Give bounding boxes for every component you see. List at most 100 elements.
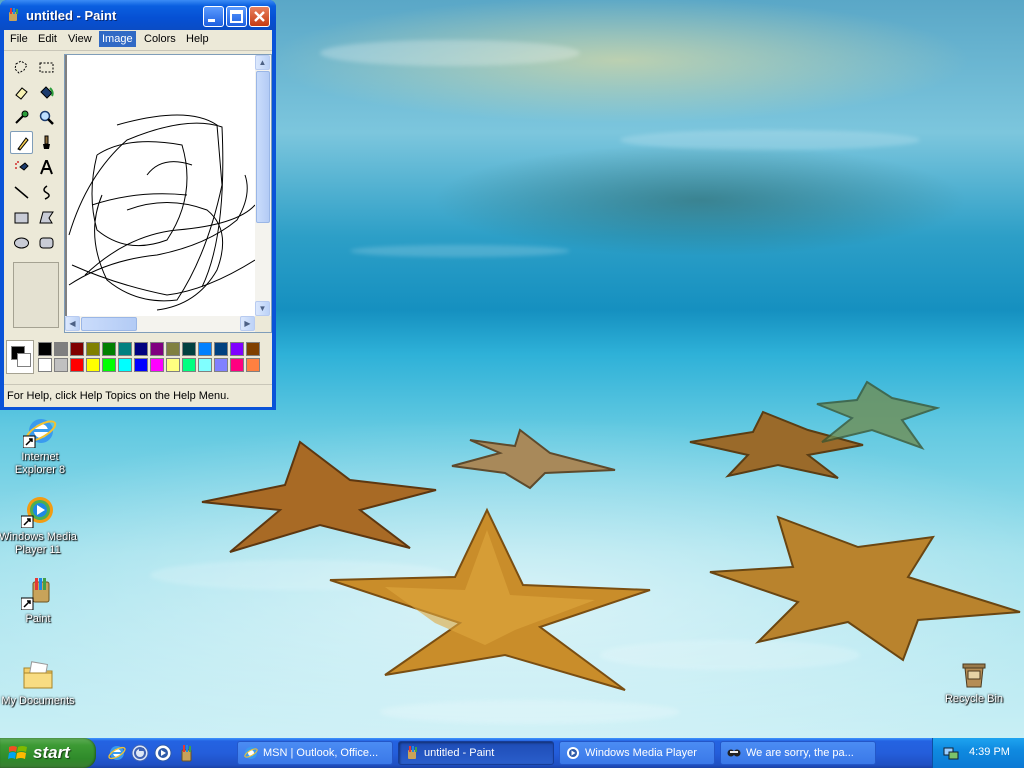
color-swatch[interactable] bbox=[134, 358, 148, 372]
line-tool[interactable] bbox=[10, 181, 33, 204]
taskbar-button-msn[interactable]: MSN | Outlook, Office... bbox=[237, 741, 393, 765]
internet-explorer-icon[interactable] bbox=[108, 744, 126, 762]
scroll-down-button[interactable]: ▼ bbox=[255, 301, 270, 316]
pencil-tool[interactable] bbox=[10, 131, 33, 154]
color-swatch[interactable] bbox=[214, 342, 228, 356]
color-swatch[interactable] bbox=[150, 358, 164, 372]
taskbar-button-label: Windows Media Player bbox=[585, 747, 697, 759]
messenger-icon[interactable] bbox=[131, 744, 149, 762]
horizontal-scrollbar[interactable]: ◀ ▶ bbox=[65, 316, 255, 332]
menu-help[interactable]: Help bbox=[183, 33, 212, 45]
tool-options-box[interactable] bbox=[13, 262, 59, 328]
taskbar-button-label: We are sorry, the pa... bbox=[746, 747, 854, 759]
scroll-left-button[interactable]: ◀ bbox=[65, 316, 80, 331]
system-tray: 4:39 PM bbox=[932, 738, 1024, 768]
color-swatch[interactable] bbox=[86, 342, 100, 356]
water-ripple bbox=[320, 40, 580, 66]
color-swatch[interactable] bbox=[134, 342, 148, 356]
rectangle-icon bbox=[14, 212, 29, 224]
desktop-icon-internet-explorer[interactable]: Internet Explorer 8 bbox=[0, 414, 80, 477]
menu-image[interactable]: Image bbox=[99, 31, 136, 47]
color-swatch[interactable] bbox=[54, 342, 68, 356]
window-client-area: File Edit View Image Colors Help ▲ ▼ ◀ ▶… bbox=[4, 30, 272, 407]
free-select-icon bbox=[14, 60, 28, 74]
start-button[interactable]: start bbox=[0, 738, 96, 768]
eraser-tool[interactable] bbox=[10, 81, 33, 104]
color-swatch[interactable] bbox=[70, 342, 84, 356]
color-swatch[interactable] bbox=[246, 342, 260, 356]
current-colors-box[interactable] bbox=[6, 340, 34, 374]
start-label: start bbox=[33, 743, 70, 762]
color-swatch[interactable] bbox=[166, 358, 180, 372]
vertical-scroll-thumb[interactable] bbox=[256, 71, 270, 223]
color-swatch[interactable] bbox=[118, 358, 132, 372]
water-ripple bbox=[350, 245, 570, 257]
scroll-up-button[interactable]: ▲ bbox=[255, 55, 270, 70]
network-icon[interactable] bbox=[943, 745, 959, 761]
drawing-canvas[interactable] bbox=[67, 55, 256, 316]
brush-tool[interactable] bbox=[35, 131, 58, 154]
paint-window[interactable]: untitled - Paint File Edit View Image Co… bbox=[0, 0, 276, 410]
taskbar-button-paint[interactable]: untitled - Paint bbox=[398, 741, 554, 765]
vertical-scrollbar[interactable]: ▲ ▼ bbox=[255, 55, 271, 316]
menu-edit[interactable]: Edit bbox=[35, 33, 60, 45]
polygon-tool[interactable] bbox=[35, 206, 58, 229]
paint-icon bbox=[9, 8, 18, 21]
maximize-button[interactable] bbox=[226, 6, 247, 27]
color-swatch[interactable] bbox=[102, 358, 116, 372]
desktop-icon-label: Paint bbox=[25, 613, 51, 625]
color-swatch[interactable] bbox=[198, 358, 212, 372]
menu-file[interactable]: File bbox=[7, 33, 31, 45]
desktop-icon-recycle-bin[interactable]: Recycle Bin bbox=[934, 656, 1014, 706]
title-bar[interactable]: untitled - Paint bbox=[0, 0, 276, 30]
menu-bar: File Edit View Image Colors Help bbox=[4, 30, 272, 51]
taskbar-button-label: untitled - Paint bbox=[424, 747, 495, 759]
color-swatch[interactable] bbox=[38, 358, 52, 372]
ellipse-tool[interactable] bbox=[10, 231, 33, 254]
menu-colors[interactable]: Colors bbox=[141, 33, 179, 45]
paint-icon bbox=[20, 576, 55, 611]
color-swatch[interactable] bbox=[182, 358, 196, 372]
color-swatch[interactable] bbox=[198, 342, 212, 356]
fill-tool[interactable] bbox=[35, 81, 58, 104]
color-swatch[interactable] bbox=[230, 342, 244, 356]
color-swatch[interactable] bbox=[246, 358, 260, 372]
color-swatch[interactable] bbox=[86, 358, 100, 372]
paint-icon[interactable] bbox=[177, 744, 195, 762]
horizontal-scroll-thumb[interactable] bbox=[81, 317, 137, 331]
desktop-icon-my-documents[interactable]: My Documents bbox=[0, 658, 78, 708]
color-swatch[interactable] bbox=[118, 342, 132, 356]
desktop-icon-windows-media-player[interactable]: Windows Media Player 11 bbox=[0, 494, 78, 557]
rounded-rectangle-tool[interactable] bbox=[35, 231, 58, 254]
recycle-bin-icon bbox=[957, 656, 991, 690]
rectangle-tool[interactable] bbox=[10, 206, 33, 229]
text-tool[interactable] bbox=[35, 156, 58, 179]
desktop-icon-label: My Documents bbox=[1, 695, 75, 707]
scroll-right-button[interactable]: ▶ bbox=[240, 316, 255, 331]
color-swatch[interactable] bbox=[166, 342, 180, 356]
airbrush-tool[interactable] bbox=[10, 156, 33, 179]
color-swatch[interactable] bbox=[102, 342, 116, 356]
color-swatch[interactable] bbox=[230, 358, 244, 372]
color-swatch[interactable] bbox=[214, 358, 228, 372]
taskbar-button-windows-media-player[interactable]: Windows Media Player bbox=[559, 741, 715, 765]
windows-media-player-icon[interactable] bbox=[154, 744, 172, 762]
desktop-icon-paint[interactable]: Paint bbox=[0, 576, 78, 626]
magnifier-tool[interactable] bbox=[35, 106, 58, 129]
taskbar-button-error-page[interactable]: We are sorry, the pa... bbox=[720, 741, 876, 765]
rectangle-select-tool[interactable] bbox=[35, 56, 58, 79]
color-swatch[interactable] bbox=[150, 342, 164, 356]
minimize-button[interactable] bbox=[203, 6, 224, 27]
curve-icon bbox=[43, 185, 50, 200]
paint-icon bbox=[408, 746, 417, 759]
clock[interactable]: 4:39 PM bbox=[969, 746, 1010, 758]
pick-color-tool[interactable] bbox=[10, 106, 33, 129]
close-button[interactable] bbox=[249, 6, 270, 27]
free-select-tool[interactable] bbox=[10, 56, 33, 79]
curve-tool[interactable] bbox=[35, 181, 58, 204]
color-swatch[interactable] bbox=[54, 358, 68, 372]
color-swatch[interactable] bbox=[38, 342, 52, 356]
color-swatch[interactable] bbox=[182, 342, 196, 356]
color-swatch[interactable] bbox=[70, 358, 84, 372]
menu-view[interactable]: View bbox=[65, 33, 95, 45]
